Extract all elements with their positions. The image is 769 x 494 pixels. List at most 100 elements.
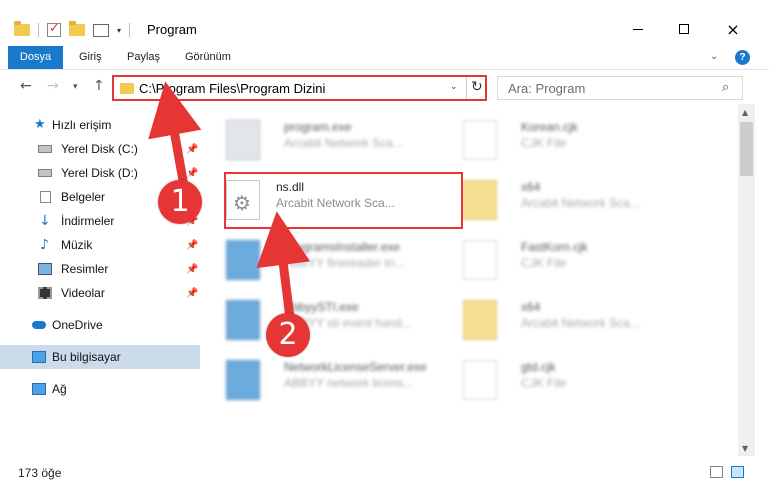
tab-view[interactable]: Görünüm — [185, 46, 231, 69]
minimize-icon — [633, 28, 643, 30]
file-description: ABBYY network licens... — [284, 376, 414, 390]
up-arrow-icon[interactable]: ↑ — [93, 78, 105, 94]
file-description: CJK File — [521, 256, 567, 270]
step-badge-2: 2 — [266, 313, 310, 357]
file-description: CJK File — [521, 376, 567, 390]
separator — [466, 77, 467, 99]
list-item[interactable]: Korean.cjk CJK File — [441, 108, 691, 164]
pin-icon[interactable]: 📌 — [186, 264, 198, 275]
close-button[interactable]: × — [710, 14, 756, 44]
exe-file-icon — [226, 300, 260, 340]
file-list: program.exe Arcabit Network Sca... Korea… — [204, 104, 738, 456]
file-description: ABBYY finereader tri... — [284, 256, 405, 270]
exe-file-icon — [226, 240, 260, 280]
minimize-button[interactable] — [615, 14, 661, 44]
exe-file-icon — [226, 120, 260, 160]
expand-ribbon-icon[interactable]: ⌄ — [710, 51, 718, 62]
rename-icon[interactable] — [93, 23, 109, 37]
properties-check-icon[interactable] — [47, 21, 61, 37]
list-item[interactable]: gtd.cjk CJK File — [441, 348, 691, 404]
file-name: FastKorn.cjk — [521, 240, 588, 254]
details-view-icon[interactable] — [710, 466, 723, 478]
list-item[interactable]: AbbyySTI.exe ABBYY sti event hand... — [204, 288, 454, 344]
address-path[interactable]: C:\Program Files\Program Dizini — [139, 81, 325, 96]
address-bar[interactable]: C:\Program Files\Program Dizini ⌄ ↻ — [112, 75, 487, 101]
navigation-bar: ← → ▾ ↑ C:\Program Files\Program Dizini … — [0, 72, 769, 104]
back-arrow-icon[interactable]: ← — [20, 78, 32, 94]
forward-arrow-icon[interactable]: → — [47, 78, 59, 94]
sidebar-item-label: Resimler — [61, 262, 109, 276]
help-icon[interactable]: ? — [735, 50, 750, 65]
list-item[interactable]: ProgramsInstaller.exe ABBYY finereader t… — [204, 228, 454, 284]
videos-icon — [38, 287, 52, 299]
search-icon[interactable]: ⌕ — [722, 80, 729, 95]
list-item[interactable]: x64 Arcabit Network Sca... — [441, 168, 691, 224]
list-item[interactable]: NetworkLicenseServer.exe ABBYY network l… — [204, 348, 454, 404]
disk-icon — [38, 145, 52, 153]
file-name: program.exe — [284, 120, 352, 134]
new-folder-icon[interactable] — [69, 21, 85, 36]
sidebar-item-label: Yerel Disk (C:) — [61, 142, 138, 156]
sidebar-item-label: Yerel Disk (D:) — [61, 166, 138, 180]
computer-icon — [32, 351, 46, 363]
close-icon: × — [726, 19, 740, 39]
recent-locations-chevron-icon[interactable]: ▾ — [73, 82, 78, 92]
pin-icon[interactable]: 📌 — [186, 168, 198, 179]
search-placeholder: Ara: Program — [508, 81, 586, 96]
network-icon — [32, 383, 46, 395]
tab-file[interactable]: Dosya — [8, 46, 63, 69]
sidebar-item-network[interactable]: Ağ — [0, 377, 200, 401]
file-description: Arcabit Network Sca... — [284, 136, 403, 150]
tab-home[interactable]: Giriş — [79, 46, 102, 69]
scroll-thumb[interactable] — [740, 122, 753, 176]
item-count: 173 öğe — [18, 466, 62, 480]
sidebar-item-label: Videolar — [61, 286, 105, 300]
sidebar-item-disk-c[interactable]: Yerel Disk (C:) 📌 — [0, 137, 200, 161]
search-input[interactable]: Ara: Program ⌕ — [497, 76, 743, 100]
vertical-scrollbar[interactable]: ▲ ▼ — [738, 104, 755, 456]
file-icon — [463, 360, 497, 400]
list-item[interactable]: program.exe Arcabit Network Sca... — [204, 108, 454, 164]
refresh-icon[interactable]: ↻ — [471, 79, 483, 95]
file-icon — [463, 240, 497, 280]
separator — [38, 23, 39, 37]
scroll-up-icon[interactable]: ▲ — [742, 108, 748, 117]
customize-dropdown-icon[interactable]: ▾ — [117, 26, 121, 35]
file-description: Arcabit Network Sca... — [521, 316, 640, 330]
tab-share[interactable]: Paylaş — [127, 46, 160, 69]
quick-access-toolbar: ▾ — [14, 20, 131, 40]
file-name: x64 — [521, 300, 541, 314]
maximize-button[interactable] — [661, 14, 707, 44]
pin-icon[interactable]: 📌 — [186, 240, 198, 251]
sidebar-item-label: Müzik — [61, 238, 93, 252]
sidebar-item-videos[interactable]: Videolar 📌 — [0, 281, 200, 305]
onedrive-icon — [32, 321, 46, 329]
sidebar-item-label: Bu bilgisayar — [52, 350, 121, 364]
tiles-view-icon[interactable] — [731, 466, 744, 478]
file-name: NetworkLicenseServer.exe — [284, 360, 427, 374]
music-icon: ♪ — [40, 237, 49, 253]
file-icon — [463, 120, 497, 160]
folder-icon[interactable] — [14, 21, 30, 36]
sidebar-item-pictures[interactable]: Resimler 📌 — [0, 257, 200, 281]
list-item[interactable]: FastKorn.cjk CJK File — [441, 228, 691, 284]
sidebar-item-onedrive[interactable]: OneDrive — [0, 313, 200, 337]
sidebar-item-this-pc[interactable]: Bu bilgisayar — [0, 345, 200, 369]
maximize-icon — [679, 24, 689, 34]
file-name: x64 — [521, 180, 541, 194]
sidebar-item-quick-access[interactable]: ★ Hızlı erişim — [0, 113, 200, 137]
pin-icon[interactable]: 📌 — [186, 144, 198, 155]
list-item[interactable]: x64 Arcabit Network Sca... — [441, 288, 691, 344]
highlight-box — [224, 172, 463, 229]
file-description: Arcabit Network Sca... — [521, 196, 640, 210]
scroll-down-icon[interactable]: ▼ — [742, 444, 748, 453]
file-description: CJK File — [521, 136, 567, 150]
sidebar-item-label: Hızlı erişim — [52, 118, 112, 132]
address-dropdown-icon[interactable]: ⌄ — [450, 82, 458, 92]
folder-icon — [120, 83, 134, 94]
sidebar-item-music[interactable]: ♪ Müzik 📌 — [0, 233, 200, 257]
pin-icon[interactable]: 📌 — [186, 288, 198, 299]
file-name: Korean.cjk — [521, 120, 578, 134]
download-icon: ↓ — [39, 213, 51, 229]
sidebar-item-label: Ağ — [52, 382, 67, 396]
